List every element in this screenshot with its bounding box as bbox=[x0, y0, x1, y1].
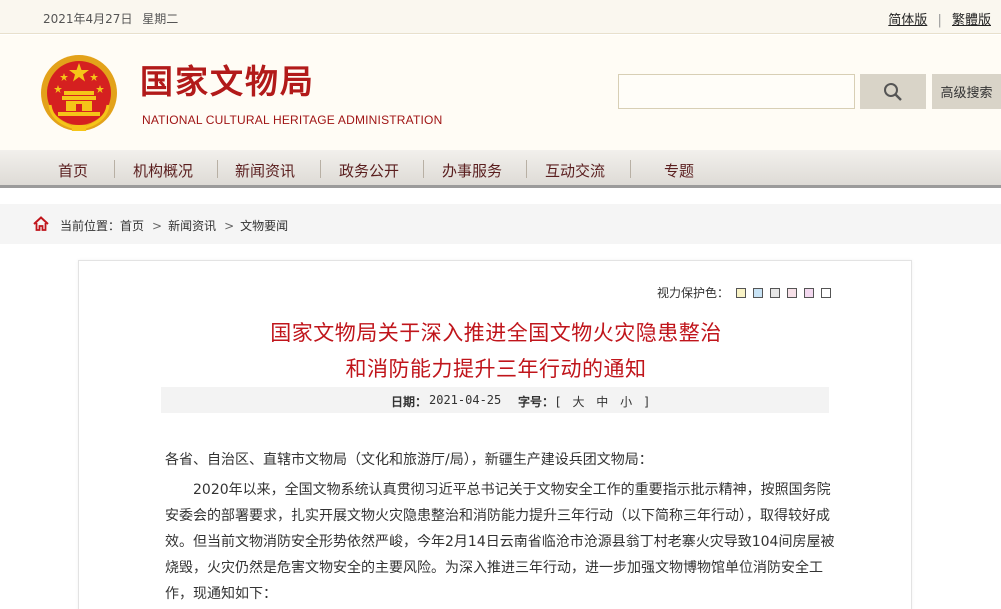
search-input[interactable] bbox=[618, 74, 855, 109]
date-text: 2021年4月27日 bbox=[43, 12, 133, 26]
font-size-options[interactable]: [ 大 中 小 ] bbox=[556, 393, 653, 410]
eye-protection-label: 视力保护色： bbox=[656, 286, 729, 300]
nav-divider bbox=[630, 160, 631, 178]
article-container: 视力保护色： 国家文物局关于深入推进全国文物火灾隐患整治 和消防能力提升三年行动… bbox=[78, 260, 912, 609]
color-swatch-purple[interactable] bbox=[804, 287, 814, 298]
breadcrumb-arrow: > bbox=[152, 219, 163, 233]
nav-interaction[interactable]: 互动交流 bbox=[545, 160, 605, 181]
article-paragraph: 2020年以来，全国文物系统认真贯彻习近平总书记关于文物安全工作的重要指示批示精… bbox=[165, 482, 835, 602]
color-swatch-blue[interactable] bbox=[753, 287, 763, 298]
color-swatch-pink[interactable] bbox=[787, 287, 797, 298]
font-size-label: 字号： bbox=[518, 395, 555, 409]
article-meta: 日期： 2021-04-25 字号： [ 大 中 小 ] bbox=[161, 387, 829, 413]
breadcrumb-prefix: 当前位置： bbox=[60, 219, 121, 233]
advanced-search-button[interactable]: 高级搜索 bbox=[932, 74, 1001, 109]
color-swatch-white[interactable] bbox=[821, 287, 831, 298]
color-swatch-gray[interactable] bbox=[770, 287, 780, 298]
date-label: 日期： bbox=[391, 395, 428, 409]
simplified-link[interactable]: 简体版 bbox=[888, 13, 927, 28]
nav-home[interactable]: 首页 bbox=[58, 160, 88, 181]
lang-separator: | bbox=[937, 13, 942, 28]
breadcrumb: 当前位置：首页 > 新闻资讯 > 文物要闻 bbox=[0, 204, 1001, 244]
language-switch: 简体版 | 繁體版 bbox=[888, 9, 991, 28]
top-bar: 2021年4月27日 星期二 简体版 | 繁體版 bbox=[0, 0, 1001, 34]
breadcrumb-current[interactable]: 文物要闻 bbox=[240, 219, 288, 233]
article-title-line2: 和消防能力提升三年行动的通知 bbox=[345, 357, 647, 381]
current-date: 2021年4月27日 星期二 bbox=[43, 10, 184, 27]
nav-divider bbox=[423, 160, 424, 178]
nav-about[interactable]: 机构概况 bbox=[133, 160, 193, 181]
weekday-text: 星期二 bbox=[142, 12, 179, 26]
nav-topics[interactable]: 专题 bbox=[664, 160, 694, 181]
article-salutation: 各省、自治区、直辖市文物局（文化和旅游厅/局），新疆生产建设兵团文物局： bbox=[165, 452, 653, 468]
national-emblem-icon[interactable] bbox=[40, 53, 118, 133]
nav-divider bbox=[526, 160, 527, 178]
search-button[interactable] bbox=[860, 74, 926, 109]
breadcrumb-home[interactable]: 首页 bbox=[120, 219, 144, 233]
breadcrumb-arrow: > bbox=[224, 219, 235, 233]
main-nav: 首页 机构概况 新闻资讯 政务公开 办事服务 互动交流 专题 bbox=[0, 150, 1001, 188]
color-swatch-yellow[interactable] bbox=[736, 287, 746, 298]
eye-protection-colors: 视力保护色： bbox=[657, 284, 831, 301]
search-icon bbox=[884, 82, 902, 101]
site-header: 国家文物局 NATIONAL CULTURAL HERITAGE ADMINIS… bbox=[0, 35, 1001, 150]
nav-services[interactable]: 办事服务 bbox=[442, 160, 502, 181]
nav-news[interactable]: 新闻资讯 bbox=[235, 160, 295, 181]
site-title[interactable]: 国家文物局 bbox=[140, 55, 315, 103]
nav-divider bbox=[217, 160, 218, 178]
site-subtitle: NATIONAL CULTURAL HERITAGE ADMINISTRATIO… bbox=[142, 113, 443, 127]
article-title-line1: 国家文物局关于深入推进全国文物火灾隐患整治 bbox=[270, 321, 722, 345]
nav-government[interactable]: 政务公开 bbox=[339, 160, 399, 181]
date-value: 2021-04-25 bbox=[429, 393, 502, 407]
traditional-link[interactable]: 繁體版 bbox=[952, 13, 991, 28]
nav-divider bbox=[114, 160, 115, 178]
nav-divider bbox=[320, 160, 321, 178]
breadcrumb-news[interactable]: 新闻资讯 bbox=[168, 219, 216, 233]
home-icon bbox=[33, 216, 49, 231]
